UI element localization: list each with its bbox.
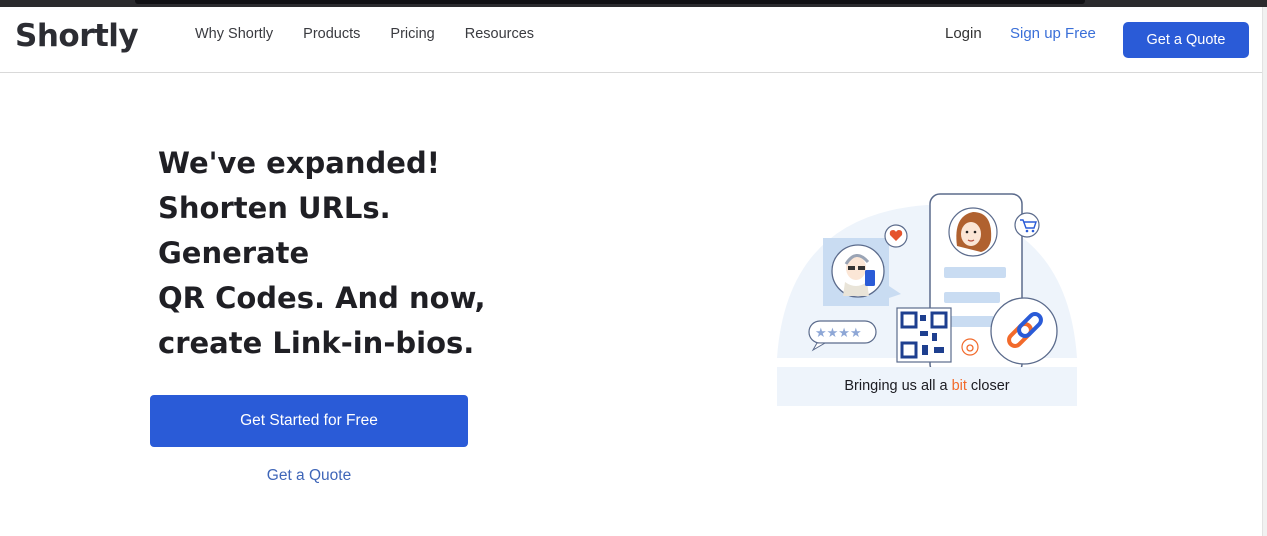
menu-item-pricing[interactable]: Pricing [390, 26, 434, 42]
illustration-caption: Bringing us all a bit closer [777, 378, 1077, 394]
headline-line: QR Codes. And now, [158, 281, 486, 315]
heart-icon [884, 224, 908, 248]
headline-line: Generate [158, 236, 310, 270]
get-quote-link[interactable]: Get a Quote [150, 467, 468, 485]
svg-text:★★★★: ★★★★ [815, 326, 862, 341]
person-avatar-icon [948, 207, 998, 257]
menu-item-resources[interactable]: Resources [465, 26, 534, 42]
browser-top-strip [0, 0, 1267, 7]
headline-line: We've expanded! [158, 146, 440, 180]
signup-link[interactable]: Sign up Free [1010, 25, 1096, 42]
cart-icon [1014, 212, 1040, 238]
top-navigation: Shortly Why Shortly Products Pricing Res… [0, 7, 1267, 73]
caption-text: Bringing us all a [844, 378, 952, 394]
menu-item-products[interactable]: Products [303, 26, 360, 42]
link-icon [990, 297, 1058, 365]
caption-text-end: closer [966, 378, 1010, 394]
hero-headline: We've expanded! Shorten URLs. Generate Q… [158, 141, 578, 366]
logo[interactable]: Shortly [15, 18, 139, 54]
headline-line: Shorten URLs. [158, 191, 391, 225]
caption-accent: bit [951, 378, 967, 394]
qr-code-icon [896, 307, 952, 363]
menu-item-why-shortly[interactable]: Why Shortly [195, 26, 273, 42]
get-started-button[interactable]: Get Started for Free [150, 395, 468, 447]
main-menu: Why Shortly Products Pricing Resources [195, 26, 564, 42]
headline-line: create Link-in-bios. [158, 326, 475, 360]
get-quote-button[interactable]: Get a Quote [1123, 22, 1249, 58]
scrollbar[interactable] [1262, 7, 1267, 536]
login-link[interactable]: Login [945, 25, 982, 42]
